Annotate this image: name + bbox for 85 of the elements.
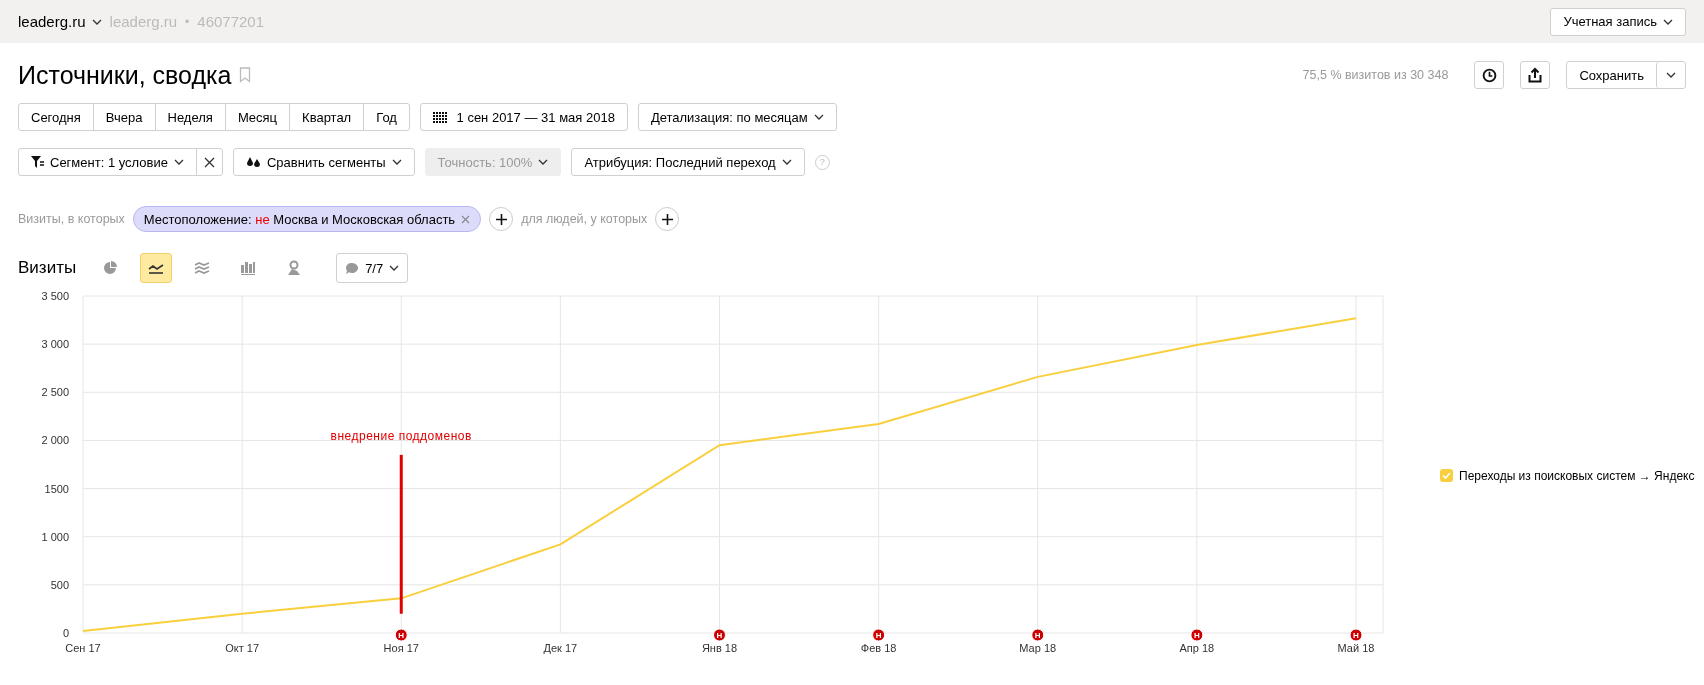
annotation: Н (398, 631, 405, 640)
x-axis-label: Янв 18 (701, 642, 738, 654)
annotation: Н (1353, 631, 1360, 640)
add-condition-button[interactable] (655, 207, 680, 231)
annotation: Н (1034, 631, 1041, 640)
site-selector[interactable]: leaderg.ru (18, 13, 102, 30)
caret-icon (389, 265, 400, 271)
drops-icon (245, 156, 261, 168)
period-button[interactable]: Неделя (154, 103, 226, 131)
y-axis-label: 3 000 (41, 338, 69, 351)
caret-icon (173, 159, 184, 165)
x-axis-label: Окт 17 (225, 642, 260, 654)
filter-label: для людей, у которых (521, 212, 648, 226)
map-pin-icon (287, 260, 302, 276)
clock-icon (1481, 67, 1497, 83)
filter-chip[interactable]: Местоположение: не Москва и Московская область (132, 206, 482, 232)
history-button[interactable] (1474, 61, 1505, 89)
compare-segments-dropdown[interactable]: Сравнить сегменты (232, 148, 415, 176)
x-axis-label: Фев 18 (860, 642, 897, 654)
plus-icon (495, 213, 507, 225)
x-axis-label: Дек 17 (543, 642, 578, 654)
period-button[interactable]: Вчера (92, 103, 156, 131)
share-icon (1528, 67, 1543, 83)
y-axis-label: 2 500 (41, 386, 69, 399)
bookmark-icon[interactable] (239, 67, 252, 83)
clear-segment-button[interactable] (195, 148, 223, 176)
caret-icon (391, 159, 402, 165)
date-range-button[interactable]: 1 сен 2017 — 31 мая 2018 (419, 103, 628, 131)
period-button[interactable]: Квартал (289, 103, 365, 131)
plus-icon (661, 213, 673, 225)
caret-icon (813, 114, 824, 120)
note-marker[interactable]: Н (394, 628, 408, 642)
annotation-text: внедрение поддоменов (330, 428, 472, 443)
note-marker[interactable]: Н (1190, 628, 1204, 642)
segment-dropdown[interactable]: Сегмент: 1 условие (18, 148, 197, 176)
y-axis-label: 500 (50, 578, 69, 591)
caret-icon (1666, 72, 1676, 78)
bar-chart-icon (240, 261, 257, 275)
note-marker[interactable]: Н (713, 628, 726, 642)
filter-condition: Местоположение: не Москва и Московская область (143, 211, 456, 227)
remove-icon[interactable] (461, 214, 471, 224)
chart-type-button[interactable] (140, 253, 173, 283)
visits-summary: 75,5 % визитов из 30 348 (1302, 68, 1449, 82)
y-axis-label: 1 000 (41, 530, 69, 543)
export-button[interactable] (1520, 61, 1551, 89)
filter-label: Визиты, в которых (18, 212, 125, 226)
separator-dot: • (185, 14, 190, 29)
x-axis-label: Апр 18 (1179, 642, 1215, 654)
speech-bubble-icon (345, 261, 360, 275)
save-options-button[interactable] (1656, 62, 1685, 88)
line-chart-icon (148, 262, 165, 274)
stacked-area-icon (194, 261, 211, 275)
y-axis-label: 0 (62, 627, 69, 639)
note-marker[interactable]: Н (1349, 628, 1363, 642)
x-axis-label: Мар 18 (1019, 642, 1057, 654)
y-axis-label: 3 500 (41, 290, 69, 302)
x-axis-label: Ноя 17 (383, 642, 419, 654)
y-axis-label: 1500 (44, 482, 69, 495)
annotation: Н (1193, 631, 1200, 640)
pie-chart-icon (103, 261, 118, 275)
add-condition-button[interactable] (489, 207, 514, 231)
legend-checkbox[interactable] (1440, 469, 1453, 482)
caret-icon (1663, 18, 1673, 25)
calendar-icon (432, 111, 447, 123)
x-axis-label: Сен 17 (65, 642, 101, 654)
notes-dropdown[interactable]: 7/7 (336, 253, 409, 283)
period-button[interactable]: Сегодня (18, 103, 94, 131)
annotation: Н (875, 631, 882, 640)
page-title: Источники, сводка (18, 60, 232, 90)
filter-icon (31, 156, 44, 168)
note-marker[interactable]: Н (1031, 628, 1045, 642)
chart-title: Визиты (18, 258, 77, 278)
y-axis-label: 2 000 (41, 434, 69, 447)
close-icon (203, 156, 215, 168)
period-button[interactable]: Месяц (224, 103, 291, 131)
x-axis-label: Май 18 (1337, 642, 1375, 654)
period-button[interactable]: Год (363, 103, 410, 131)
attribution-dropdown[interactable]: Атрибуция: Последний переход (571, 148, 805, 176)
note-marker[interactable]: Н (872, 628, 886, 642)
caret-icon (538, 159, 549, 165)
caret-icon (781, 159, 792, 165)
account-button[interactable]: Учетная запись (1550, 7, 1686, 36)
detail-dropdown[interactable]: Детализация: по месяцам (637, 103, 837, 131)
legend-label: Переходы из поисковых систем → Яндекс (1459, 468, 1695, 483)
caret-icon (91, 18, 102, 25)
